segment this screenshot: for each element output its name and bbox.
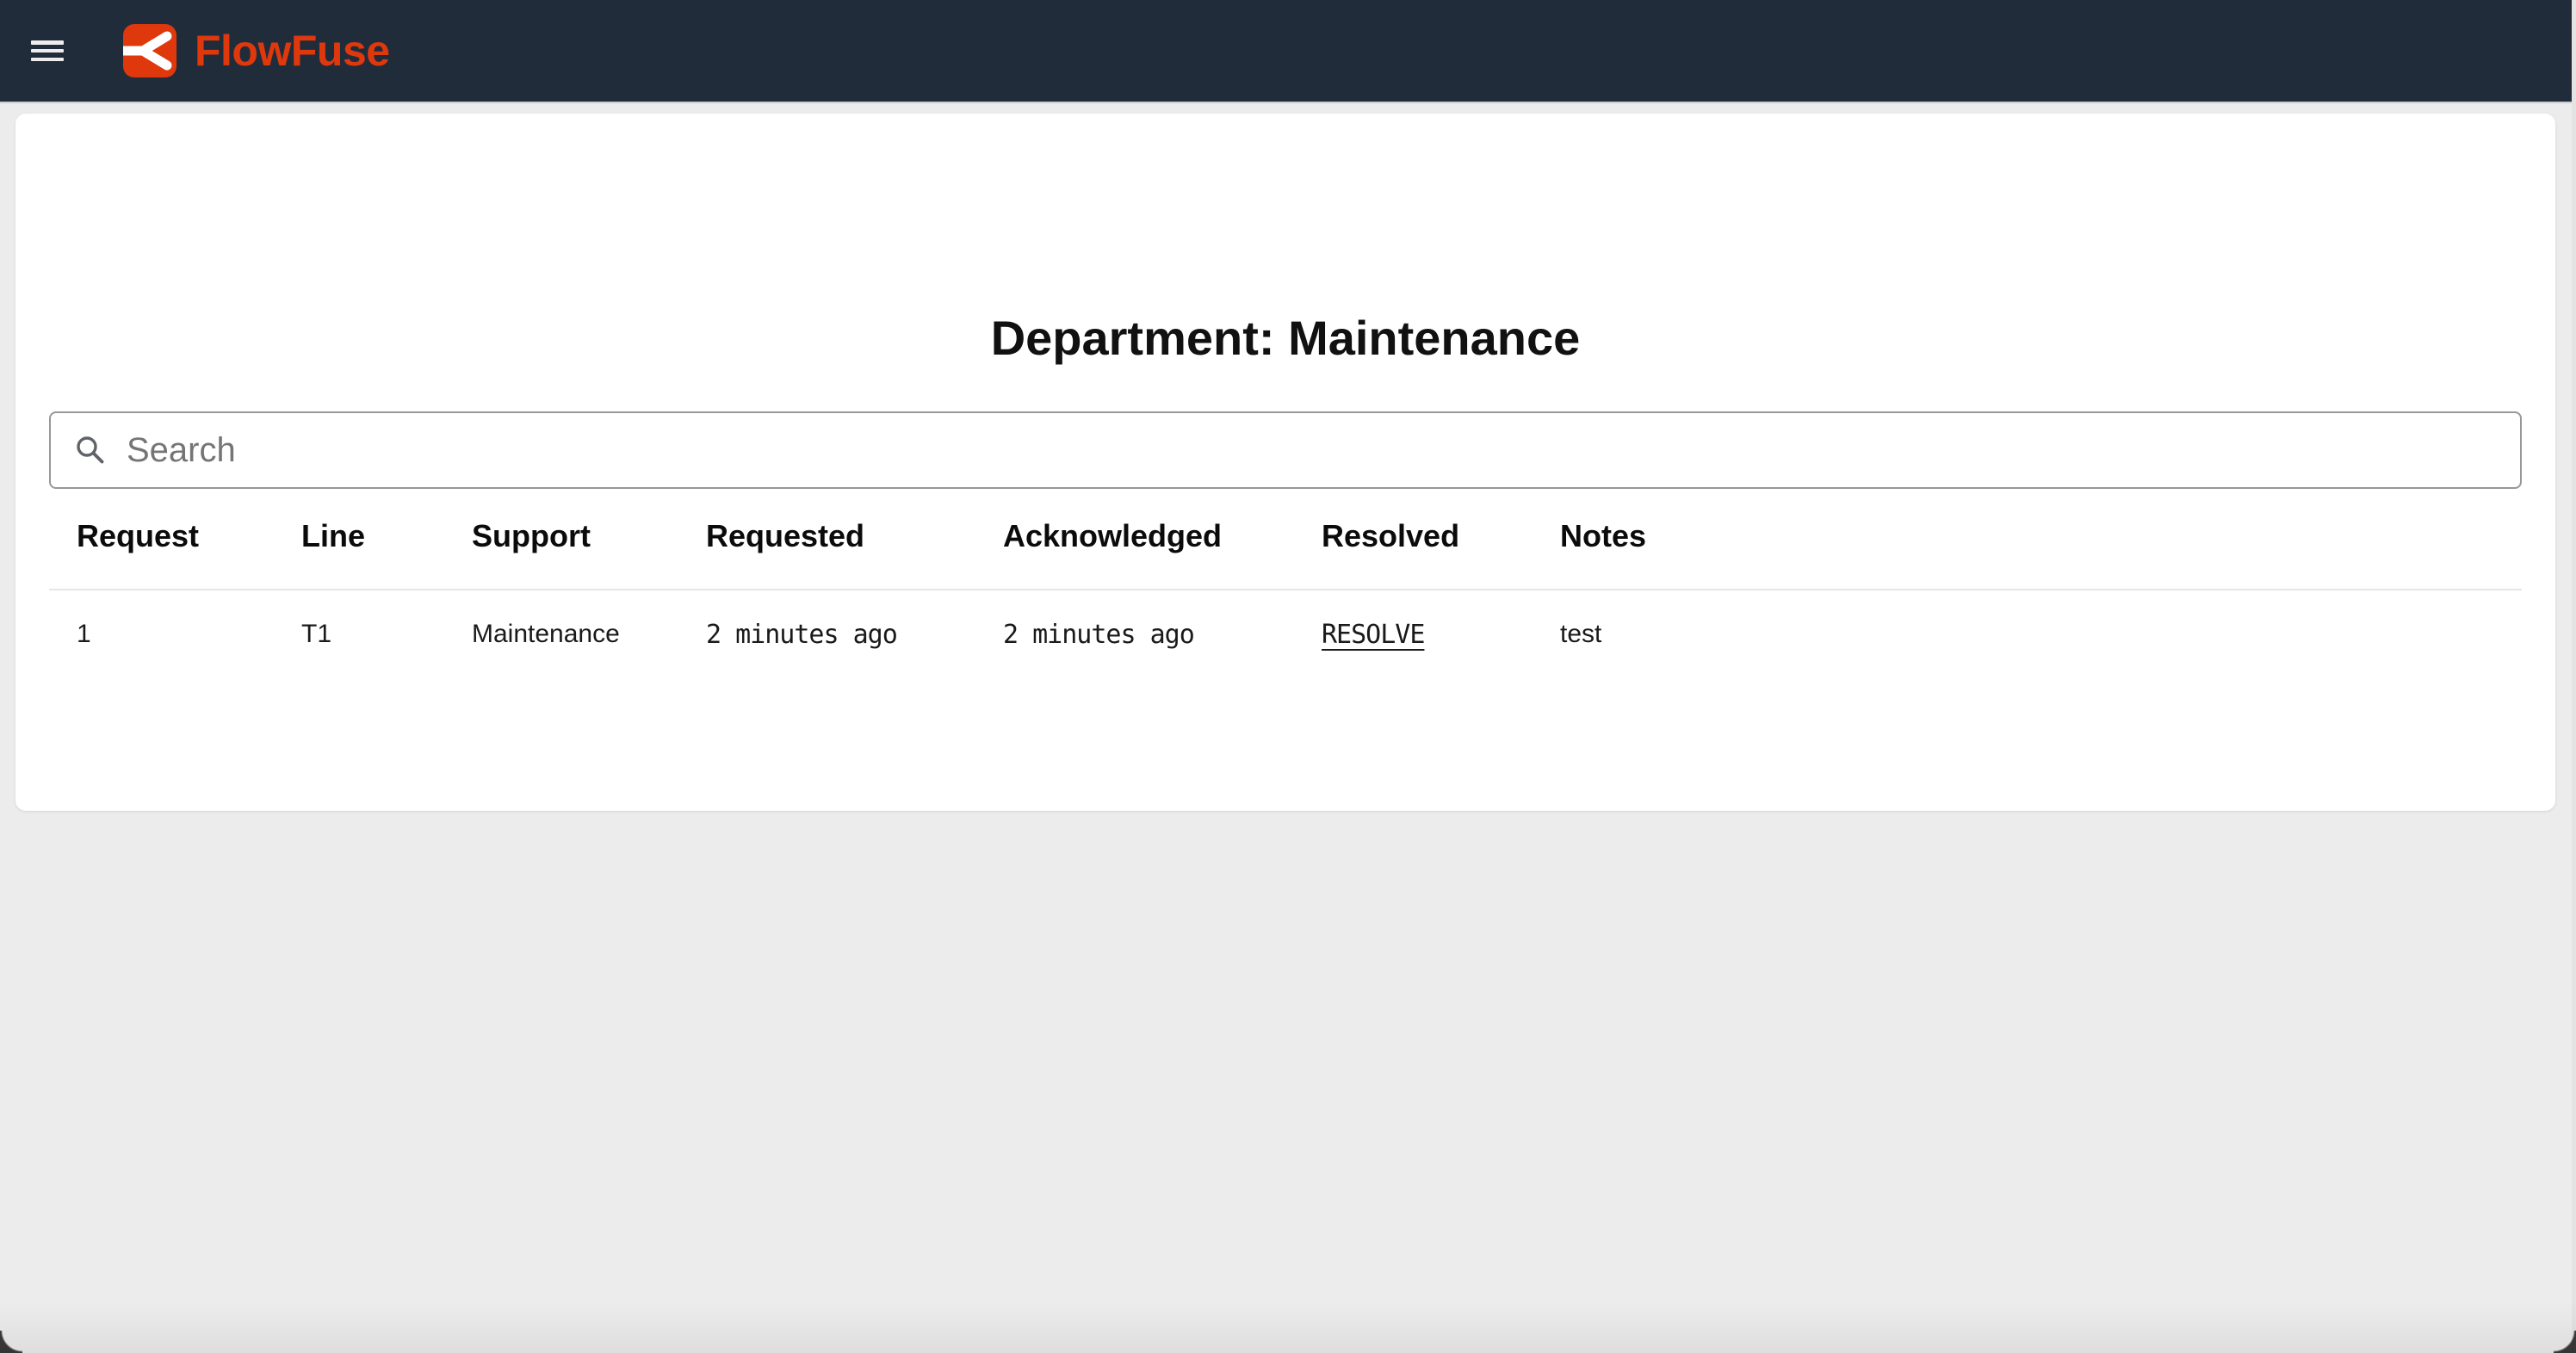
dashboard-card: Department: Maintenance Request Line Sup… [15,114,2555,811]
column-header-request: Request [77,518,199,554]
column-header-requested: Requested [706,518,864,554]
column-header-acknowledged: Acknowledged [1003,518,1222,554]
menu-icon[interactable] [31,40,64,61]
column-header-notes: Notes [1560,518,1646,554]
search-box [49,411,2522,489]
table-header-row: Request Line Support Requested Acknowled… [49,518,2522,570]
column-header-line: Line [301,518,365,554]
table-row: 1 T1 Maintenance 2 minutes ago 2 minutes… [49,620,2522,671]
menu-icon-bar [31,40,64,45]
branch-icon [123,24,176,77]
cell-support: Maintenance [472,620,620,649]
cell-acknowledged: 2 minutes ago [1003,620,1194,650]
table-header-divider [49,589,2522,590]
bottom-window-shadow [0,1301,2576,1353]
column-header-resolved: Resolved [1322,518,1459,554]
flowfuse-logo-icon [123,24,176,77]
cell-notes: test [1560,620,1601,649]
cell-line: T1 [301,620,331,649]
menu-icon-bar [31,49,64,53]
page-title: Department: Maintenance [15,310,2555,366]
search-input[interactable] [125,430,2496,471]
cell-requested: 2 minutes ago [706,620,897,650]
column-header-support: Support [472,518,591,554]
window-corner-bottom-left [0,1331,22,1353]
page-scrollbar[interactable] [2572,0,2576,1353]
app-header: FlowFuse [0,0,2576,103]
search-icon [75,435,106,466]
resolve-link[interactable]: RESOLVE [1322,620,1424,650]
brand-wordmark: FlowFuse [195,26,390,76]
menu-icon-bar [31,58,64,62]
cell-request: 1 [77,620,91,649]
